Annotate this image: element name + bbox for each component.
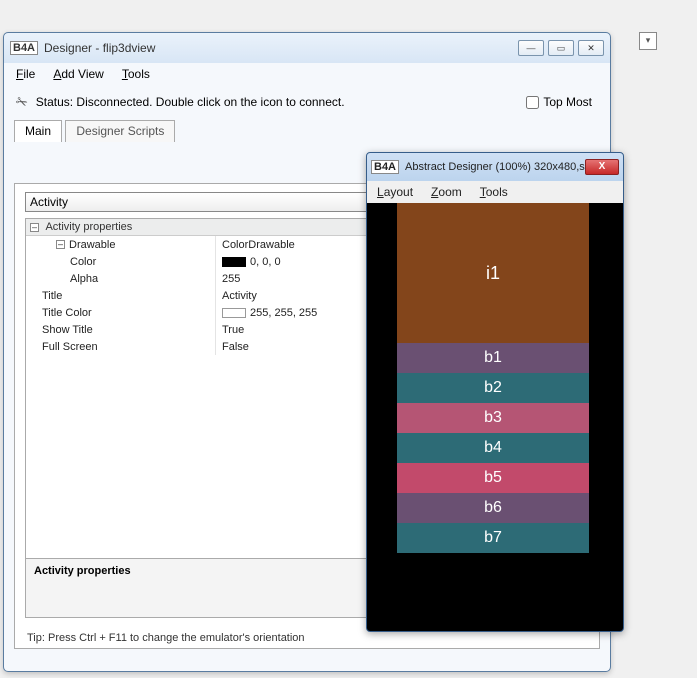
tabs: Main Designer Scripts [4, 119, 610, 143]
color-swatch-icon [222, 308, 246, 318]
abstract-designer-window: B4A Abstract Designer (100%) 320x480,sca… [366, 152, 624, 632]
device-canvas[interactable]: i1 b1 b2 b3 b4 b5 b6 b7 [371, 203, 619, 627]
topmost-input[interactable] [526, 96, 539, 109]
view-b7[interactable]: b7 [397, 523, 589, 553]
abstract-title: Abstract Designer (100%) 320x480,scale=1 [405, 161, 585, 173]
tab-designer-scripts[interactable]: Designer Scripts [65, 120, 175, 142]
menu-tools[interactable]: Tools [480, 185, 508, 199]
status-bar: ✂ Status: Disconnected. Double click on … [4, 87, 610, 119]
external-dropdown[interactable]: ▾ [639, 32, 657, 50]
description-title: Activity properties [34, 565, 131, 577]
topmost-label: Top Most [543, 95, 592, 109]
menubar: File Add View Tools [4, 63, 610, 87]
minimize-button[interactable]: — [518, 40, 544, 56]
menu-add-view[interactable]: Add View [53, 67, 104, 81]
close-button[interactable]: ✕ [578, 40, 604, 56]
collapse-icon[interactable]: – [56, 240, 65, 249]
tab-main[interactable]: Main [14, 120, 62, 142]
color-swatch-icon [222, 257, 246, 267]
close-button[interactable]: X [585, 159, 619, 175]
view-b1[interactable]: b1 [397, 343, 589, 373]
tip-text: Tip: Press Ctrl + F11 to change the emul… [27, 632, 305, 644]
view-b5[interactable]: b5 [397, 463, 589, 493]
menu-zoom[interactable]: Zoom [431, 185, 462, 199]
abstract-menubar: Layout Zoom Tools [367, 181, 623, 203]
connection-icon[interactable]: ✂ [14, 93, 31, 111]
view-b2[interactable]: b2 [397, 373, 589, 403]
view-b4[interactable]: b4 [397, 433, 589, 463]
device-area: i1 b1 b2 b3 b4 b5 b6 b7 [397, 203, 589, 553]
view-b3[interactable]: b3 [397, 403, 589, 433]
menu-file[interactable]: File [16, 67, 35, 81]
view-selector-value: Activity [30, 195, 68, 209]
maximize-button[interactable]: ▭ [548, 40, 574, 56]
status-text: Status: Disconnected. Double click on th… [36, 95, 519, 109]
designer-titlebar[interactable]: B4A Designer - flip3dview — ▭ ✕ [4, 33, 610, 63]
abstract-titlebar[interactable]: B4A Abstract Designer (100%) 320x480,sca… [367, 153, 623, 181]
topmost-checkbox[interactable]: Top Most [526, 95, 592, 109]
grid-section-title: Activity properties [45, 221, 132, 233]
menu-tools[interactable]: Tools [122, 67, 150, 81]
menu-layout[interactable]: Layout [377, 185, 413, 199]
view-i1[interactable]: i1 [397, 203, 589, 343]
view-b6[interactable]: b6 [397, 493, 589, 523]
window-title: Designer - flip3dview [44, 41, 518, 55]
collapse-icon[interactable]: – [30, 223, 39, 232]
b4a-logo-icon: B4A [371, 160, 399, 174]
b4a-logo-icon: B4A [10, 41, 38, 55]
